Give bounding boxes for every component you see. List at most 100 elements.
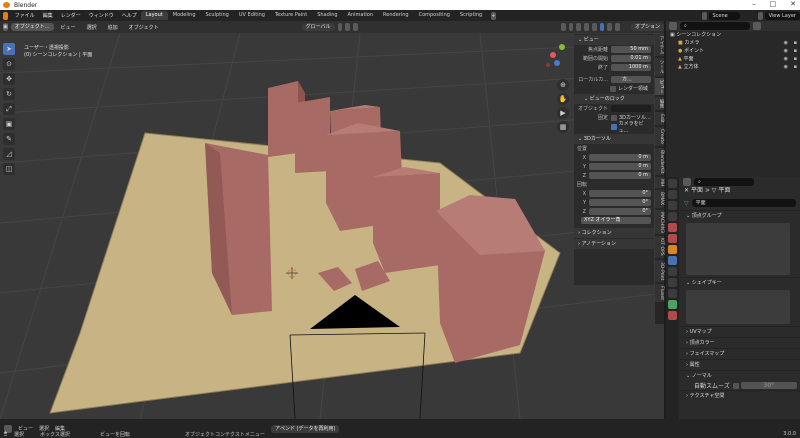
tab-uv-editing[interactable]: UV Editing: [234, 11, 270, 20]
shape-keys-list[interactable]: [686, 290, 790, 324]
sidebar-tab-blenderkit[interactable]: BlenderKit: [655, 147, 664, 176]
viewport-menu-select[interactable]: 選択: [83, 24, 101, 31]
proportional-edit-icon[interactable]: [353, 23, 358, 31]
editor-type-icon[interactable]: ▣: [3, 23, 8, 31]
cursor-tool-icon[interactable]: ⊙: [3, 58, 15, 70]
menu-render[interactable]: レンダー: [57, 12, 85, 19]
tab-shading[interactable]: Shading: [312, 11, 342, 20]
options-button[interactable]: オプション: [630, 23, 664, 31]
object-props-icon[interactable]: [668, 245, 677, 254]
tab-sculpting[interactable]: Sculpting: [201, 11, 234, 20]
pan-icon[interactable]: ✋: [557, 93, 569, 105]
perspective-toggle-icon[interactable]: ▦: [557, 121, 569, 133]
outliner-item-cube[interactable]: ▲ 立方体 ◉ ▪: [666, 63, 800, 71]
local-camera-checkbox[interactable]: [614, 76, 620, 82]
vertex-colors-section[interactable]: › 頂点カラー: [680, 337, 800, 348]
scene-selector[interactable]: Scene: [708, 11, 740, 20]
blender-menu-icon[interactable]: [3, 11, 8, 20]
xray-icon[interactable]: [584, 23, 589, 31]
shading-solid-icon[interactable]: [599, 23, 605, 31]
scene-props-icon[interactable]: [668, 223, 677, 232]
outliner-item-point[interactable]: ● ポイント ◉ ▪: [666, 47, 800, 55]
loc-y-field[interactable]: 0 m: [589, 163, 651, 170]
close-icon[interactable]: ✕: [790, 0, 796, 8]
filter-icon[interactable]: [753, 22, 761, 30]
snap-icon[interactable]: [345, 23, 351, 31]
vertex-groups-list[interactable]: [686, 223, 790, 275]
local-camera-field[interactable]: カ...: [611, 76, 651, 83]
transform-orientation[interactable]: グローバル: [301, 23, 335, 31]
tab-animation[interactable]: Animation: [343, 11, 379, 20]
pivot-icon[interactable]: [337, 23, 343, 31]
sidebar-tab-create[interactable]: Create: [655, 126, 664, 146]
vertex-groups-section[interactable]: ⌄ 頂点グループ: [680, 210, 800, 221]
sidebar-tab-fluent[interactable]: Fluent: [655, 284, 664, 303]
measure-tool-icon[interactable]: ◿: [3, 148, 15, 160]
sidebar-tab-3dprint[interactable]: 3D-Print: [655, 260, 664, 283]
box-2[interactable]: [295, 97, 330, 173]
props-search[interactable]: ⌕: [694, 177, 754, 186]
normals-section[interactable]: ⌄ ノーマル: [680, 370, 800, 381]
uv-maps-section[interactable]: › UVマップ: [680, 326, 800, 337]
view-layer-selector[interactable]: View Layer: [764, 11, 800, 20]
outliner-search[interactable]: ⌕: [680, 22, 750, 30]
material-props-icon[interactable]: [668, 311, 677, 320]
sidebar-tab-edit-jp[interactable]: 編集: [655, 97, 664, 110]
mesh-name-field[interactable]: 平面: [691, 199, 796, 207]
visibility-eye-icon[interactable]: ◉: [784, 47, 788, 55]
loc-z-field[interactable]: 0 m: [589, 172, 651, 179]
render-props-icon[interactable]: [668, 190, 677, 199]
outliner-root[interactable]: ▣ シーンコレクション: [666, 31, 800, 39]
tool-props-icon[interactable]: [668, 179, 677, 188]
render-camera-icon[interactable]: ▪: [794, 63, 797, 71]
visibility-icon[interactable]: [560, 23, 566, 31]
tab-scripting[interactable]: Scripting: [455, 11, 487, 20]
mode-selector[interactable]: オブジェクト...: [10, 23, 54, 31]
outliner-editor-icon[interactable]: [669, 22, 677, 30]
shading-wire-icon[interactable]: [591, 23, 597, 31]
sidebar-tab-view[interactable]: ビュー: [655, 77, 664, 95]
overlay-icon[interactable]: [576, 23, 582, 31]
rot-x-field[interactable]: 0°: [589, 190, 651, 197]
rotate-tool-icon[interactable]: ↻: [3, 88, 15, 100]
rot-z-field[interactable]: 0°: [589, 208, 651, 215]
transform-tool-icon[interactable]: ▣: [3, 118, 15, 130]
sidebar-tab-kitops[interactable]: KIT OPS: [655, 236, 664, 259]
collection-section-header[interactable]: › コレクション: [574, 228, 654, 238]
focal-length-field[interactable]: 50 mm: [611, 46, 651, 53]
render-camera-icon[interactable]: ▪: [794, 55, 797, 63]
viewport-menu-add[interactable]: 追加: [104, 24, 122, 31]
viewport-menu-object[interactable]: オブジェクト: [125, 24, 163, 31]
camera-to-view-checkbox[interactable]: [611, 123, 617, 130]
outliner-item-plane[interactable]: ▲ 平面 ◉ ▪: [666, 55, 800, 63]
sidebar-tab-tool[interactable]: ツール: [655, 58, 664, 76]
lock-3d-cursor-checkbox[interactable]: [611, 114, 617, 121]
add-workspace-icon[interactable]: +: [491, 11, 496, 20]
autosmooth-angle-field[interactable]: 30°: [740, 382, 797, 389]
render-camera-icon[interactable]: ▪: [794, 47, 797, 55]
sidebar-tab-bmax[interactable]: BMAX: [655, 190, 664, 208]
menu-window[interactable]: ウィンドウ: [85, 12, 118, 19]
visibility-eye-icon[interactable]: ◉: [784, 55, 788, 63]
texture-space-section[interactable]: › テクスチャ空間: [680, 390, 800, 401]
loc-x-field[interactable]: 0 m: [589, 154, 651, 161]
menu-file[interactable]: ファイル: [11, 12, 39, 19]
props-editor-icon[interactable]: [683, 177, 691, 186]
viewport-menu-view[interactable]: ビュー: [57, 24, 80, 31]
visibility-eye-icon[interactable]: ◉: [784, 39, 788, 47]
view-lock-section-header[interactable]: ⌄ ビューのロック: [574, 94, 654, 104]
box-7[interactable]: [436, 195, 545, 363]
attributes-section[interactable]: › 属性: [680, 359, 800, 370]
output-props-icon[interactable]: [668, 201, 677, 210]
constraints-props-icon[interactable]: [668, 289, 677, 298]
move-tool-icon[interactable]: ✥: [3, 73, 15, 85]
minimize-icon[interactable]: –: [752, 0, 756, 8]
particles-props-icon[interactable]: [668, 267, 677, 276]
shape-keys-section[interactable]: ⌄ シェイプキー: [680, 277, 800, 288]
render-region-checkbox[interactable]: [610, 85, 616, 92]
view-layer-props-icon[interactable]: [668, 212, 677, 221]
tab-texture-paint[interactable]: Texture Paint: [270, 11, 312, 20]
view-section-header[interactable]: ⌄ ビュー: [574, 35, 654, 45]
select-tool-icon[interactable]: ➤: [3, 43, 15, 55]
menu-help[interactable]: ヘルプ: [118, 12, 141, 19]
